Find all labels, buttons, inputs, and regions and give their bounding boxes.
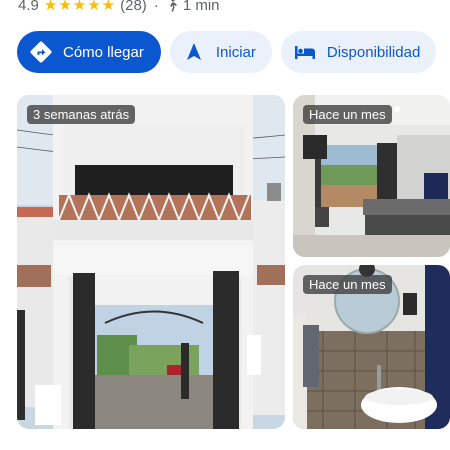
availability-button[interactable]: Disponibilidad (280, 31, 437, 73)
star-icon: ★ (72, 0, 87, 14)
star-icon: ★ (58, 0, 72, 14)
photo-bedroom[interactable]: Hace un mes (293, 95, 450, 257)
photo-facade[interactable]: 3 semanas atrás (17, 95, 285, 429)
walking-person-icon (166, 0, 178, 12)
facade-image (17, 95, 285, 429)
availability-label: Disponibilidad (326, 43, 421, 61)
star-icon: ★ (87, 0, 101, 14)
photo-date-label: 3 semanas atrás (27, 105, 136, 124)
start-label: Iniciar (215, 43, 256, 61)
start-button[interactable]: Iniciar (169, 31, 272, 73)
bed-icon (293, 40, 317, 64)
rating-stars: ★ ★ ★ ★ ★ (44, 0, 115, 13)
directions-icon (29, 40, 53, 64)
star-icon: ★ (101, 0, 116, 14)
action-chips: Cómo llegar Iniciar Disponibilidad (17, 31, 437, 73)
photo-date-label: Hace un mes (303, 105, 392, 124)
directions-label: Cómo llegar (63, 43, 144, 61)
photo-date-label: Hace un mes (303, 275, 392, 294)
rating-value: 4.9 (18, 0, 39, 14)
separator: · (153, 0, 159, 14)
photo-bathroom[interactable]: Hace un mes (293, 265, 450, 429)
walk-time: 1 min (182, 0, 220, 14)
star-icon: ★ (43, 0, 58, 14)
navigation-arrow-icon (182, 40, 206, 64)
review-count[interactable]: (28) (120, 0, 147, 14)
directions-button[interactable]: Cómo llegar (17, 31, 161, 73)
rating-row: 4.9 ★ ★ ★ ★ ★ (28) · 1 min (18, 0, 220, 14)
